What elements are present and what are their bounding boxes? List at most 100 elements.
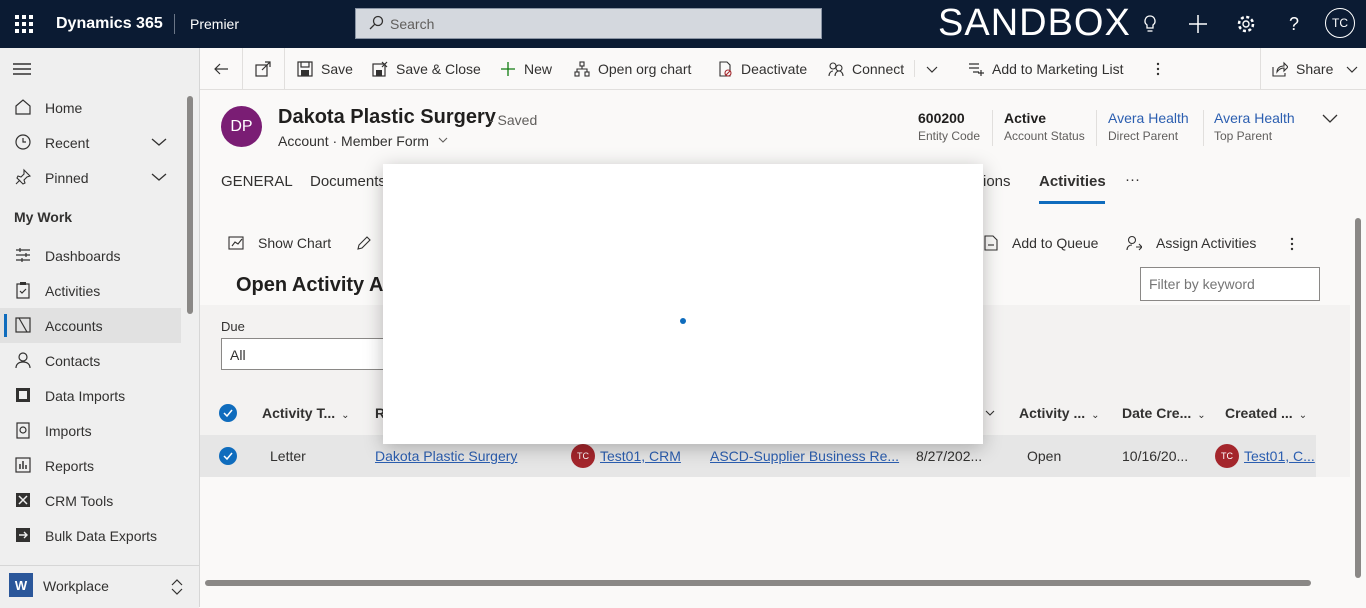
tab-activities[interactable]: Activities xyxy=(1039,173,1106,190)
person-icon xyxy=(15,352,31,369)
header-field-value: Active xyxy=(1004,110,1047,126)
share-icon xyxy=(1272,61,1288,77)
save-button[interactable]: Save xyxy=(297,48,353,89)
tab-general[interactable]: GENERAL xyxy=(221,173,293,190)
add-to-marketing-list-button[interactable]: Add to Marketing List xyxy=(968,48,1124,89)
gear-icon[interactable] xyxy=(1234,12,1258,36)
user-avatar[interactable]: TC xyxy=(1325,8,1355,38)
show-chart-label: Show Chart xyxy=(258,235,332,251)
sidebar-item-imports[interactable]: Imports xyxy=(0,413,181,448)
header-field-direct-parent[interactable]: Avera Health Direct Parent xyxy=(1108,110,1189,143)
lightbulb-icon[interactable] xyxy=(1138,12,1162,36)
sidebar-item-label: Accounts xyxy=(45,317,103,334)
open-new-window-button[interactable] xyxy=(254,48,280,89)
show-chart-button[interactable]: Show Chart xyxy=(228,233,331,253)
chevron-down-icon[interactable] xyxy=(150,133,168,151)
grid-empty-area xyxy=(200,477,1350,607)
building-icon xyxy=(15,317,31,333)
area-switcher[interactable]: W Workplace xyxy=(0,565,199,608)
expand-header-icon[interactable] xyxy=(1321,112,1339,126)
app-name[interactable]: Dynamics 365 xyxy=(56,15,163,33)
filter-by-keyword-field[interactable] xyxy=(1140,267,1321,301)
help-icon[interactable]: ? xyxy=(1282,12,1306,36)
cell-activity-status: Open xyxy=(1027,448,1062,464)
filter-input[interactable] xyxy=(1147,268,1321,300)
new-button[interactable]: New xyxy=(500,48,552,89)
sidebar-item-contacts[interactable]: Contacts xyxy=(0,343,181,378)
sidebar-item-dashboards[interactable]: Dashboards xyxy=(0,238,181,273)
sidebar-item-reports[interactable]: Reports xyxy=(0,448,181,483)
more-commands-button[interactable] xyxy=(1150,48,1174,89)
tab-documents[interactable]: Documents xyxy=(310,173,386,190)
sidebar-item-bulk-data-exports[interactable]: Bulk Data Exports xyxy=(0,518,181,553)
sidebar-item-crm-tools[interactable]: CRM Tools xyxy=(0,483,181,518)
header-field-value[interactable]: Avera Health xyxy=(1214,110,1295,126)
column-header-label: Activity ... xyxy=(1019,405,1086,421)
record-subtitle[interactable]: Account · Member Form xyxy=(278,133,449,149)
sidebar-item-recent[interactable]: Recent xyxy=(0,125,181,160)
plus-icon[interactable] xyxy=(1186,12,1210,36)
chevron-down-icon[interactable] xyxy=(984,408,996,418)
cell-created-by-link[interactable]: Test01, C... xyxy=(1244,448,1315,464)
edit-icon[interactable] xyxy=(356,235,372,251)
cell-owner-link[interactable]: Test01, CRM xyxy=(600,448,681,464)
column-header-activity-status[interactable]: Activity ... ⌄ xyxy=(1019,405,1100,421)
chevron-down-icon[interactable] xyxy=(150,168,168,186)
open-org-chart-button[interactable]: Open org chart xyxy=(574,48,691,89)
cell-subject-link[interactable]: ASCD-Supplier Business Re... xyxy=(710,448,899,464)
row-checkbox[interactable] xyxy=(219,447,237,465)
sidebar-item-accounts[interactable]: Accounts xyxy=(0,308,181,343)
more-vertical-icon[interactable] xyxy=(1284,236,1300,252)
cell-regarding-link[interactable]: Dakota Plastic Surgery xyxy=(375,448,517,464)
app-launcher-icon[interactable] xyxy=(12,12,36,36)
column-header-created-by[interactable]: Created ... ⌄ xyxy=(1225,405,1307,421)
column-header-label: Activity T... xyxy=(262,405,336,421)
chevron-down-icon xyxy=(438,137,448,143)
save-close-button[interactable]: Save & Close xyxy=(372,48,481,89)
app-area-name[interactable]: Premier xyxy=(190,16,239,32)
document-icon xyxy=(16,422,30,439)
header-field-top-parent[interactable]: Avera Health Top Parent xyxy=(1214,110,1295,143)
sidebar-item-data-imports[interactable]: Data Imports xyxy=(0,378,181,413)
due-filter-select[interactable]: All xyxy=(221,338,401,370)
record-title: Dakota Plastic Surgery xyxy=(278,106,496,128)
loading-spinner xyxy=(680,318,686,324)
sidebar-item-pinned[interactable]: Pinned xyxy=(0,160,181,195)
hamburger-icon[interactable] xyxy=(13,62,31,76)
sidebar-item-home[interactable]: Home xyxy=(0,90,181,125)
save-label: Save xyxy=(321,60,353,77)
search-box[interactable]: Search xyxy=(355,8,822,39)
back-arrow-icon xyxy=(214,63,228,74)
vertical-scrollbar[interactable] xyxy=(1355,218,1361,578)
clipboard-icon xyxy=(16,282,30,299)
column-header-activity-type[interactable]: Activity T... ⌄ xyxy=(262,405,350,421)
tab-more[interactable]: ··· xyxy=(1125,171,1140,188)
view-title[interactable]: Open Activity A xyxy=(236,274,383,297)
connect-button[interactable]: Connect xyxy=(828,48,904,89)
clock-icon xyxy=(15,134,31,150)
header-field-label: Top Parent xyxy=(1214,129,1273,143)
header-field-value[interactable]: Avera Health xyxy=(1108,110,1189,126)
sidebar-scrollbar[interactable] xyxy=(187,96,193,314)
connect-dropdown-button[interactable] xyxy=(925,48,947,89)
horizontal-scrollbar[interactable] xyxy=(205,580,1311,586)
list-add-icon xyxy=(969,62,984,76)
top-bar: Dynamics 365 Premier Search SANDBOX ? TC xyxy=(0,0,1366,48)
chevron-down-icon: ⌄ xyxy=(1197,410,1206,421)
pin-icon xyxy=(15,168,32,185)
sidebar-item-activities[interactable]: Activities xyxy=(0,273,181,308)
back-button[interactable] xyxy=(212,48,238,89)
save-icon xyxy=(297,60,313,77)
assign-activities-button[interactable]: Assign Activities xyxy=(1126,233,1256,253)
select-all-checkbox[interactable] xyxy=(219,404,237,422)
column-header-date-created[interactable]: Date Cre... ⌄ xyxy=(1122,405,1206,421)
share-button[interactable]: Share xyxy=(1272,48,1366,89)
tab-relations[interactable]: ions xyxy=(983,173,1011,190)
deactivate-button[interactable]: Deactivate xyxy=(717,48,807,89)
more-vertical-icon xyxy=(1156,62,1160,75)
cell-due-date: 8/27/202... xyxy=(916,448,983,464)
add-to-queue-button[interactable]: Add to Queue xyxy=(984,233,1098,253)
chevron-down-icon xyxy=(1346,66,1358,73)
save-status: - Saved xyxy=(489,112,538,128)
sidebar-item-label: CRM Tools xyxy=(45,492,114,509)
